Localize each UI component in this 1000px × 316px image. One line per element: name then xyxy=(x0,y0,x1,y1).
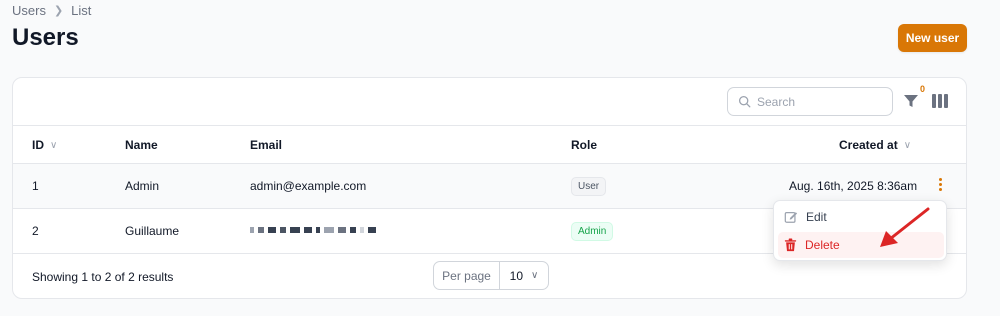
search-input[interactable] xyxy=(757,94,877,109)
row-actions-kebab-icon[interactable] xyxy=(933,174,947,194)
columns-icon[interactable] xyxy=(932,94,948,108)
per-page-select[interactable]: Per page 10 ∨ xyxy=(433,261,549,290)
chevron-down-icon: ∨ xyxy=(531,270,539,281)
filter-icon[interactable] xyxy=(903,93,919,109)
cell-id: 2 xyxy=(32,224,39,238)
menu-item-edit-label: Edit xyxy=(806,210,827,224)
breadcrumb-item-list: List xyxy=(71,3,92,18)
role-badge: Admin xyxy=(571,222,614,241)
table-header: ID ∨ Name Email Role Created at ∨ xyxy=(13,126,966,164)
cell-id: 1 xyxy=(32,179,39,193)
redacted-email xyxy=(250,227,376,233)
breadcrumb-item-users[interactable]: Users xyxy=(12,3,46,18)
per-page-label: Per page xyxy=(434,262,500,289)
column-header-role: Role xyxy=(571,138,598,152)
annotation-arrow-icon xyxy=(880,207,930,247)
pencil-square-icon xyxy=(784,212,798,223)
users-table-card: 0 ID ∨ Name Email Role Created at ∨ 1 Ad… xyxy=(12,77,967,299)
chevron-down-icon: ∨ xyxy=(50,139,58,151)
cell-name: Admin xyxy=(125,179,160,193)
pagination-summary: Showing 1 to 2 of 2 results xyxy=(32,270,174,284)
search-field[interactable] xyxy=(727,87,893,116)
chevron-right-icon: ❯ xyxy=(53,5,64,17)
cell-name: Guillaume xyxy=(125,224,180,238)
table-toolbar: 0 xyxy=(13,78,966,126)
search-icon xyxy=(738,95,751,108)
cell-created-at: Aug. 16th, 2025 8:36am xyxy=(789,179,918,193)
column-header-name: Name xyxy=(125,138,158,152)
column-header-email: Email xyxy=(250,138,283,152)
trash-icon xyxy=(784,238,797,252)
per-page-value: 10 xyxy=(509,268,524,283)
column-header-created-at[interactable]: Created at ∨ xyxy=(839,138,911,152)
role-badge: User xyxy=(571,177,607,196)
column-header-id[interactable]: ID ∨ xyxy=(32,138,57,152)
page-title: Users xyxy=(12,24,79,51)
per-page-value-select[interactable]: 10 ∨ xyxy=(500,262,548,289)
new-user-button[interactable]: New user xyxy=(898,24,967,52)
chevron-down-icon: ∨ xyxy=(903,139,912,151)
filter-count-badge: 0 xyxy=(920,84,926,94)
cell-email: admin@example.com xyxy=(250,179,367,193)
breadcrumb: Users ❯ List xyxy=(12,3,91,18)
menu-item-delete-label: Delete xyxy=(805,238,840,252)
